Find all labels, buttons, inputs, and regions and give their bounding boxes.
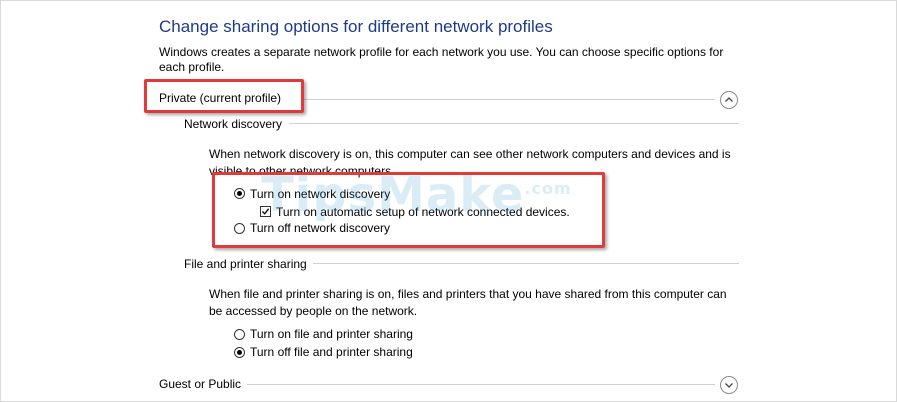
chevron-down-icon xyxy=(725,383,733,388)
private-header-divider xyxy=(301,99,715,100)
network-discovery-heading: Network discovery xyxy=(184,117,283,131)
private-profile-highlight-box xyxy=(144,79,304,113)
file-printer-sharing-heading: File and printer sharing xyxy=(184,257,307,271)
network-discovery-highlight-box xyxy=(212,172,605,248)
file-printer-sharing-description: When file and printer sharing is on, fil… xyxy=(209,287,727,318)
expand-guest-public-button[interactable] xyxy=(720,376,738,394)
guest-public-header-divider xyxy=(247,384,715,385)
page-description: Windows creates a separate network profi… xyxy=(159,45,724,74)
network-discovery-divider xyxy=(289,123,739,124)
turn-on-file-sharing-label[interactable]: Turn on file and printer sharing xyxy=(250,327,413,341)
guest-public-profile-header[interactable]: Guest or Public xyxy=(159,377,241,391)
file-printer-sharing-divider xyxy=(313,263,739,264)
radio-selected-dot xyxy=(237,350,242,355)
turn-off-file-sharing-label[interactable]: Turn off file and printer sharing xyxy=(250,345,413,359)
chevron-up-icon xyxy=(725,97,733,102)
network-sharing-settings-window: Change sharing options for different net… xyxy=(0,0,897,402)
page-title: Change sharing options for different net… xyxy=(159,17,553,36)
turn-on-file-sharing-radio[interactable] xyxy=(234,329,245,340)
turn-off-file-sharing-radio[interactable] xyxy=(234,347,245,358)
collapse-private-button[interactable] xyxy=(720,91,738,109)
